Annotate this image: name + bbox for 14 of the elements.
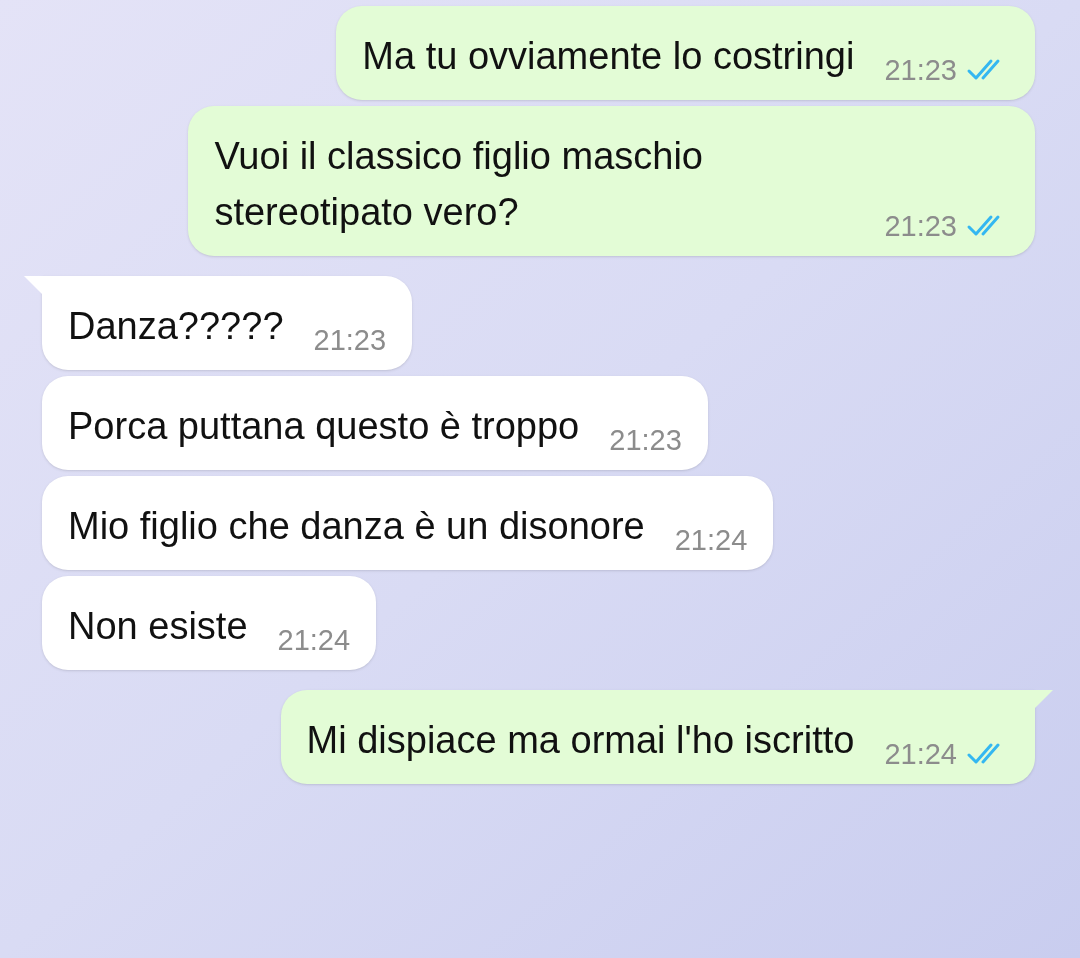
message-text: Mio figlio che danza è un disonore — [68, 504, 645, 549]
message-text: Mi dispiace ma ormai l'ho iscritto — [306, 718, 855, 763]
message-text: Vuoi il classico figlio maschio stereotipato vero? — [214, 134, 704, 235]
message-text: Ma tu ovviamente lo costringi — [362, 34, 855, 79]
message-time: 21:23 — [609, 423, 682, 458]
message-text: Non esiste — [68, 604, 248, 649]
message-text: Porca puttana questo è troppo — [68, 404, 580, 449]
message-time: 21:24 — [674, 523, 748, 558]
message-time: 21:23 — [313, 323, 387, 358]
message-time: 21:24 — [277, 623, 351, 658]
message-time: 21:23 — [884, 209, 957, 244]
message-time: 21:24 — [884, 737, 957, 772]
message-time: 21:23 — [884, 53, 957, 88]
message-text: Danza????? — [68, 304, 284, 349]
